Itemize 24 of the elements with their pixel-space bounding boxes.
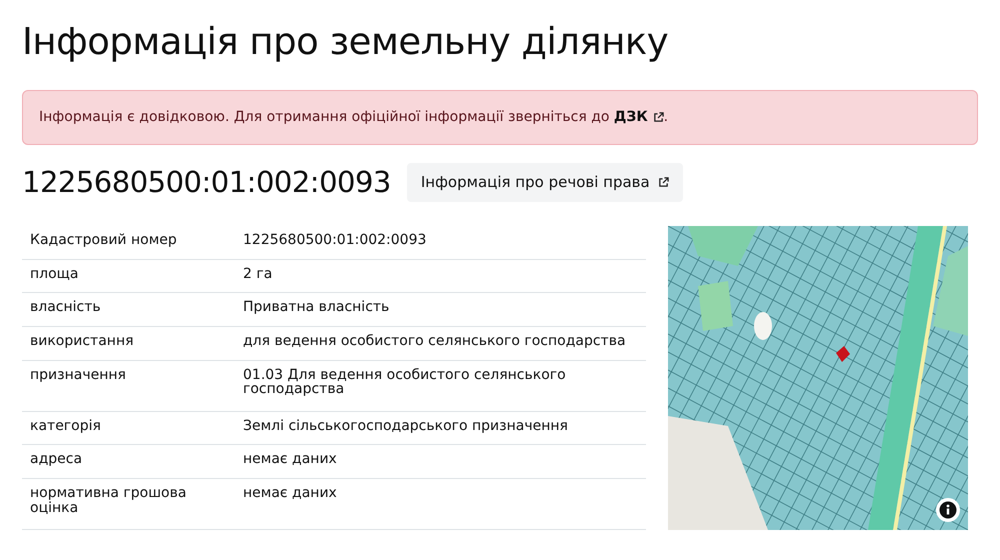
field-value: 2 га xyxy=(235,259,646,293)
field-label: категорія xyxy=(22,411,235,445)
field-value: Землі сільськогосподарського призначення xyxy=(235,411,646,445)
rights-info-button[interactable]: Інформація про речові права xyxy=(406,163,683,202)
field-label: Кадастровий номер xyxy=(22,226,235,259)
field-label: нормативна грошова оцінка xyxy=(22,478,235,530)
field-label: використання xyxy=(22,326,235,360)
field-value: немає даних xyxy=(235,478,646,530)
parcel-number: 1225680500:01:002:0093 xyxy=(22,165,391,200)
dzk-link[interactable]: ДЗК xyxy=(614,109,664,126)
field-label: призначення xyxy=(22,360,235,411)
external-link-icon xyxy=(658,177,669,188)
page-title: Інформація про земельну ділянку xyxy=(22,20,670,64)
field-label: власність xyxy=(22,292,235,326)
external-link-icon xyxy=(652,112,664,124)
info-icon[interactable] xyxy=(936,498,960,522)
field-value: для ведення особистого селянського господарства xyxy=(235,326,646,360)
field-value: немає даних xyxy=(235,444,646,478)
field-label: площа xyxy=(22,259,235,293)
field-value: 01.03 Для ведення особистого селянського господарства xyxy=(235,360,646,411)
info-notice: Інформація є довідковою. Для отримання офіційної інформації зверніться до ДЗК . xyxy=(22,90,978,146)
field-value: Приватна власність xyxy=(235,292,646,326)
field-value: 1225680500:01:002:0093 xyxy=(235,226,646,259)
field-label: адреса xyxy=(22,444,235,478)
